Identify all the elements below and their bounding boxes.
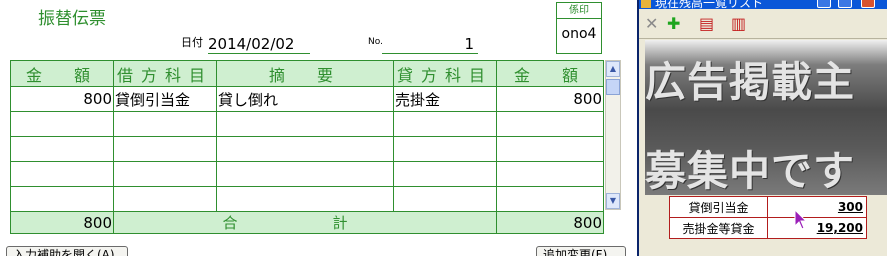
header-debit-account: 借方科目 [113, 60, 217, 87]
total-label: 合 計 [113, 211, 497, 234]
debit-account-cell[interactable] [113, 161, 217, 187]
balance-list-window: 現在残高一覧リスト ✕ ✚ ▤ ▥ 広告掲載主 募集中です 貸倒引当金 300 … [637, 0, 887, 256]
ad-text-line1: 広告掲載主 [645, 58, 855, 106]
header-credit-account: 貸方科目 [393, 60, 497, 87]
debit-amount-cell[interactable] [10, 111, 114, 137]
table-row[interactable] [10, 111, 604, 137]
input-assist-button[interactable]: 入力補助を開く(A) [6, 246, 128, 256]
grid-scrollbar[interactable]: ▲ ▼ [605, 60, 621, 210]
table-row[interactable]: 貸倒引当金 300 [669, 196, 867, 218]
total-row: 800 合 計 800 [10, 211, 604, 234]
table-row[interactable] [10, 136, 604, 162]
ad-text-line2: 募集中です [645, 147, 855, 195]
scroll-down-icon[interactable]: ▼ [606, 193, 620, 209]
scroll-up-icon[interactable]: ▲ [606, 61, 620, 77]
stamp-value[interactable]: ono4 [557, 19, 601, 49]
total-debit: 800 [10, 211, 114, 234]
credit-amount-cell[interactable] [496, 161, 604, 187]
credit-amount-cell[interactable] [496, 111, 604, 137]
header-debit-amount: 金 額 [10, 60, 114, 87]
side-toolbar: ✕ ✚ ▤ ▥ [639, 9, 887, 39]
date-field[interactable]: 2014/02/02 [208, 36, 310, 54]
credit-account-cell[interactable] [393, 161, 497, 187]
minimize-icon[interactable] [817, 0, 831, 8]
debit-amount-cell[interactable]: 800 [10, 86, 114, 112]
debit-account-cell[interactable] [113, 136, 217, 162]
credit-amount-cell[interactable]: 800 [496, 86, 604, 112]
balance-label: 売掛金等貸金 [669, 217, 768, 239]
description-cell[interactable] [216, 136, 394, 162]
table-row[interactable] [10, 186, 604, 212]
form-title: 振替伝票 [38, 9, 106, 29]
header-credit-amount: 金 額 [496, 60, 604, 87]
table-row[interactable]: 800 貸倒引当金 貸し倒れ 売掛金 800 [10, 86, 604, 112]
number-field[interactable]: 1 [382, 36, 478, 54]
stamp-box: 係印 ono4 [556, 2, 602, 54]
add-icon[interactable]: ✚ [667, 15, 680, 33]
balance-table: 貸倒引当金 300 売掛金等貸金 19,200 [669, 196, 867, 239]
credit-amount-cell[interactable] [496, 186, 604, 212]
credit-account-cell[interactable] [393, 136, 497, 162]
add-change-button[interactable]: 追加変更(F) [536, 246, 626, 256]
window-titlebar[interactable]: 現在残高一覧リスト [639, 0, 887, 9]
print-icon[interactable]: ▤ [699, 15, 714, 33]
header-description: 摘 要 [216, 60, 394, 87]
description-cell[interactable] [216, 111, 394, 137]
debit-amount-cell[interactable] [10, 186, 114, 212]
ad-banner[interactable]: 広告掲載主 募集中です [645, 40, 887, 195]
debit-amount-cell[interactable] [10, 161, 114, 187]
stamp-label: 係印 [557, 3, 601, 19]
app-icon [641, 0, 651, 8]
balance-amount[interactable]: 300 [767, 196, 867, 218]
description-cell[interactable] [216, 161, 394, 187]
date-label: 日付 [181, 36, 203, 49]
credit-amount-cell[interactable] [496, 136, 604, 162]
debit-account-cell[interactable] [113, 186, 217, 212]
balance-label: 貸倒引当金 [669, 196, 768, 218]
window-title: 現在残高一覧リスト [655, 0, 764, 9]
book-icon[interactable]: ▥ [731, 15, 746, 33]
credit-account-cell[interactable] [393, 111, 497, 137]
table-row[interactable]: 売掛金等貸金 19,200 [669, 217, 867, 239]
debit-account-cell[interactable]: 貸倒引当金 [113, 86, 217, 112]
grid-header-row: 金 額 借方科目 摘 要 貸方科目 金 額 [10, 60, 604, 87]
table-row[interactable] [10, 161, 604, 187]
delete-icon[interactable]: ✕ [645, 15, 658, 33]
mouse-pointer-icon [794, 209, 808, 230]
credit-account-cell[interactable]: 売掛金 [393, 86, 497, 112]
debit-account-cell[interactable] [113, 111, 217, 137]
journal-grid: 金 額 借方科目 摘 要 貸方科目 金 額 800 貸倒引当金 貸し倒れ 売掛金… [10, 60, 604, 234]
maximize-icon[interactable] [838, 0, 852, 8]
description-cell[interactable]: 貸し倒れ [216, 86, 394, 112]
number-label: No. [368, 37, 383, 47]
description-cell[interactable] [216, 186, 394, 212]
balance-amount[interactable]: 19,200 [767, 217, 867, 239]
debit-amount-cell[interactable] [10, 136, 114, 162]
total-credit: 800 [496, 211, 604, 234]
credit-account-cell[interactable] [393, 186, 497, 212]
transfer-voucher-form: 振替伝票 係印 ono4 日付 2014/02/02 No. 1 金 額 借方科… [0, 0, 632, 256]
scroll-thumb[interactable] [606, 79, 620, 95]
close-window-icon[interactable] [861, 0, 875, 8]
